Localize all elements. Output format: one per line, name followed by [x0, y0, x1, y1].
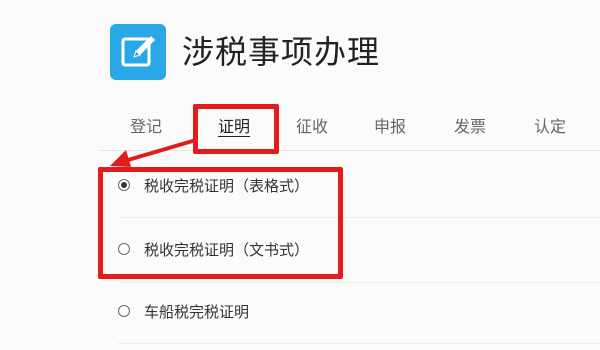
annotation-arrow-icon — [110, 138, 197, 167]
page: 涉税事项办理 登记 证明 征收 申报 发票 认定 税收完税证明（表格式） 税收完… — [0, 0, 600, 350]
